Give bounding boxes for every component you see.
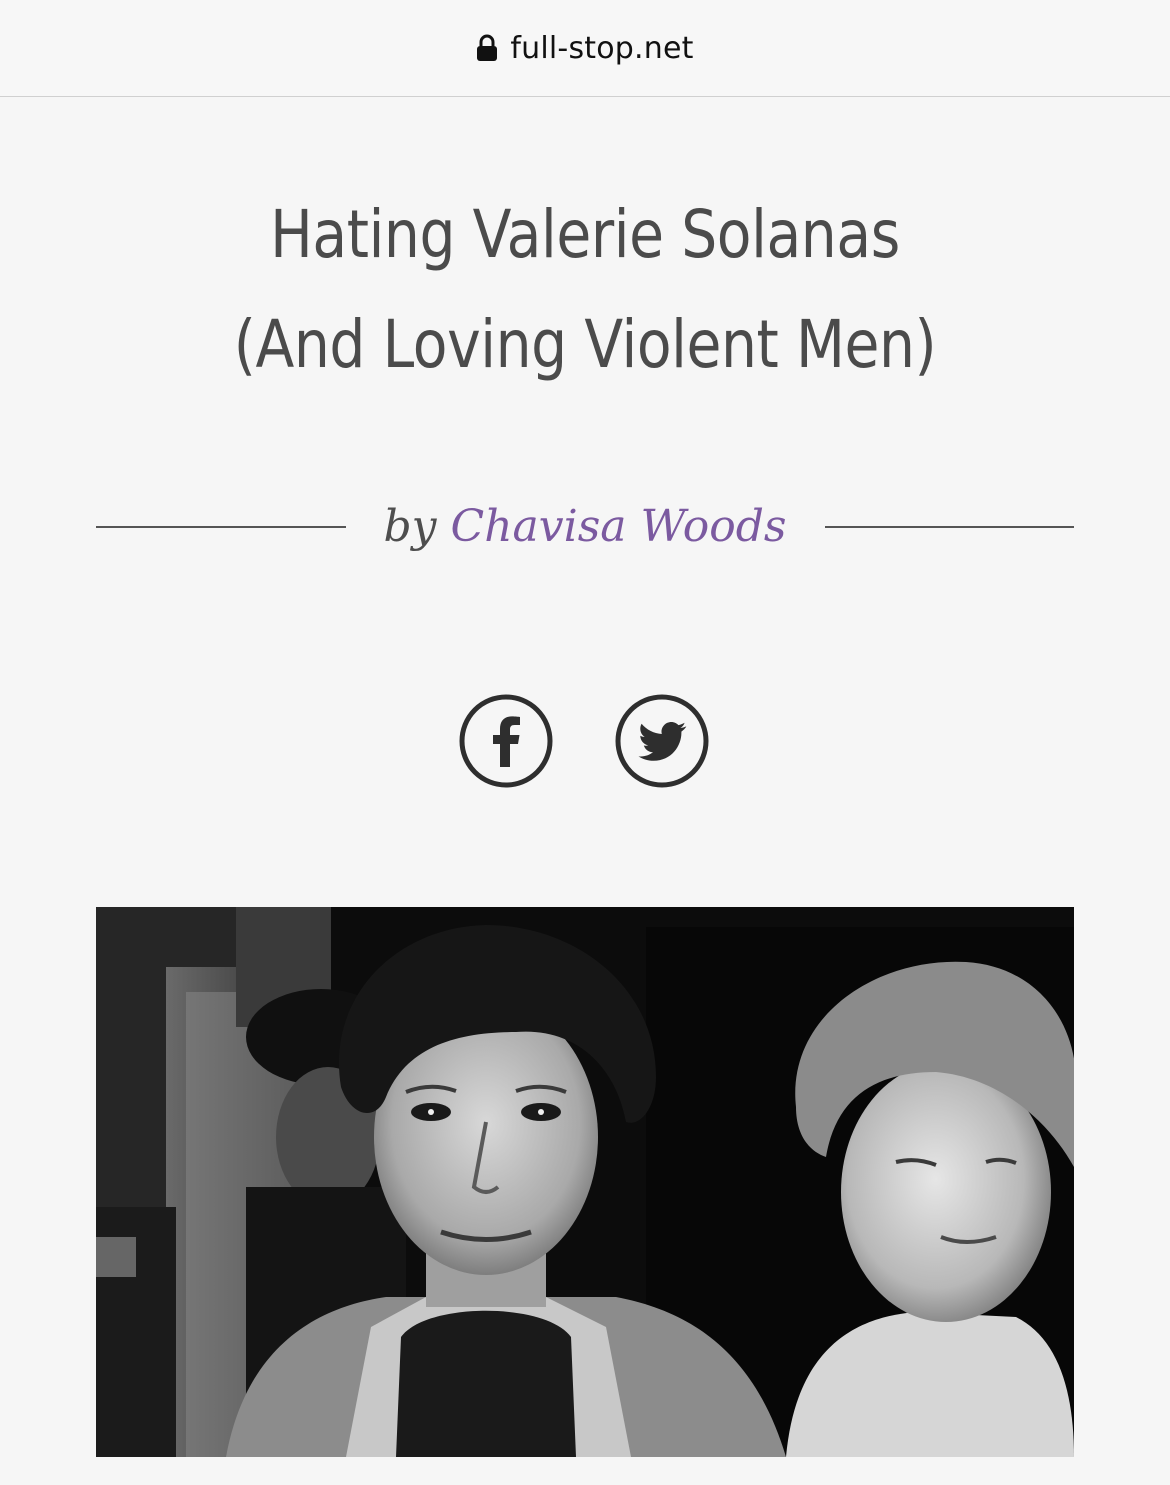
facebook-icon (459, 694, 553, 788)
byline-text: by Chavisa Woods (96, 495, 1074, 559)
photo-illustration (96, 907, 1074, 1457)
article-photo (96, 907, 1074, 1457)
author-link[interactable]: Chavisa Woods (451, 501, 787, 552)
byline-prefix: by (383, 501, 437, 552)
title-line-2: (And Loving Violent Men) (233, 306, 937, 383)
facebook-share-button[interactable] (458, 693, 554, 789)
address-display[interactable]: full-stop.net (0, 28, 1170, 68)
lock-icon (476, 34, 498, 62)
title-line-1: Hating Valerie Solanas (270, 196, 900, 273)
byline: by Chavisa Woods (96, 495, 1074, 559)
twitter-share-button[interactable] (614, 693, 710, 789)
share-buttons (0, 693, 1170, 789)
url-text: full-stop.net (510, 30, 694, 66)
article-title: Hating Valerie Solanas (And Loving Viole… (134, 180, 1037, 400)
browser-address-bar[interactable]: full-stop.net (0, 0, 1170, 97)
twitter-icon (615, 694, 709, 788)
